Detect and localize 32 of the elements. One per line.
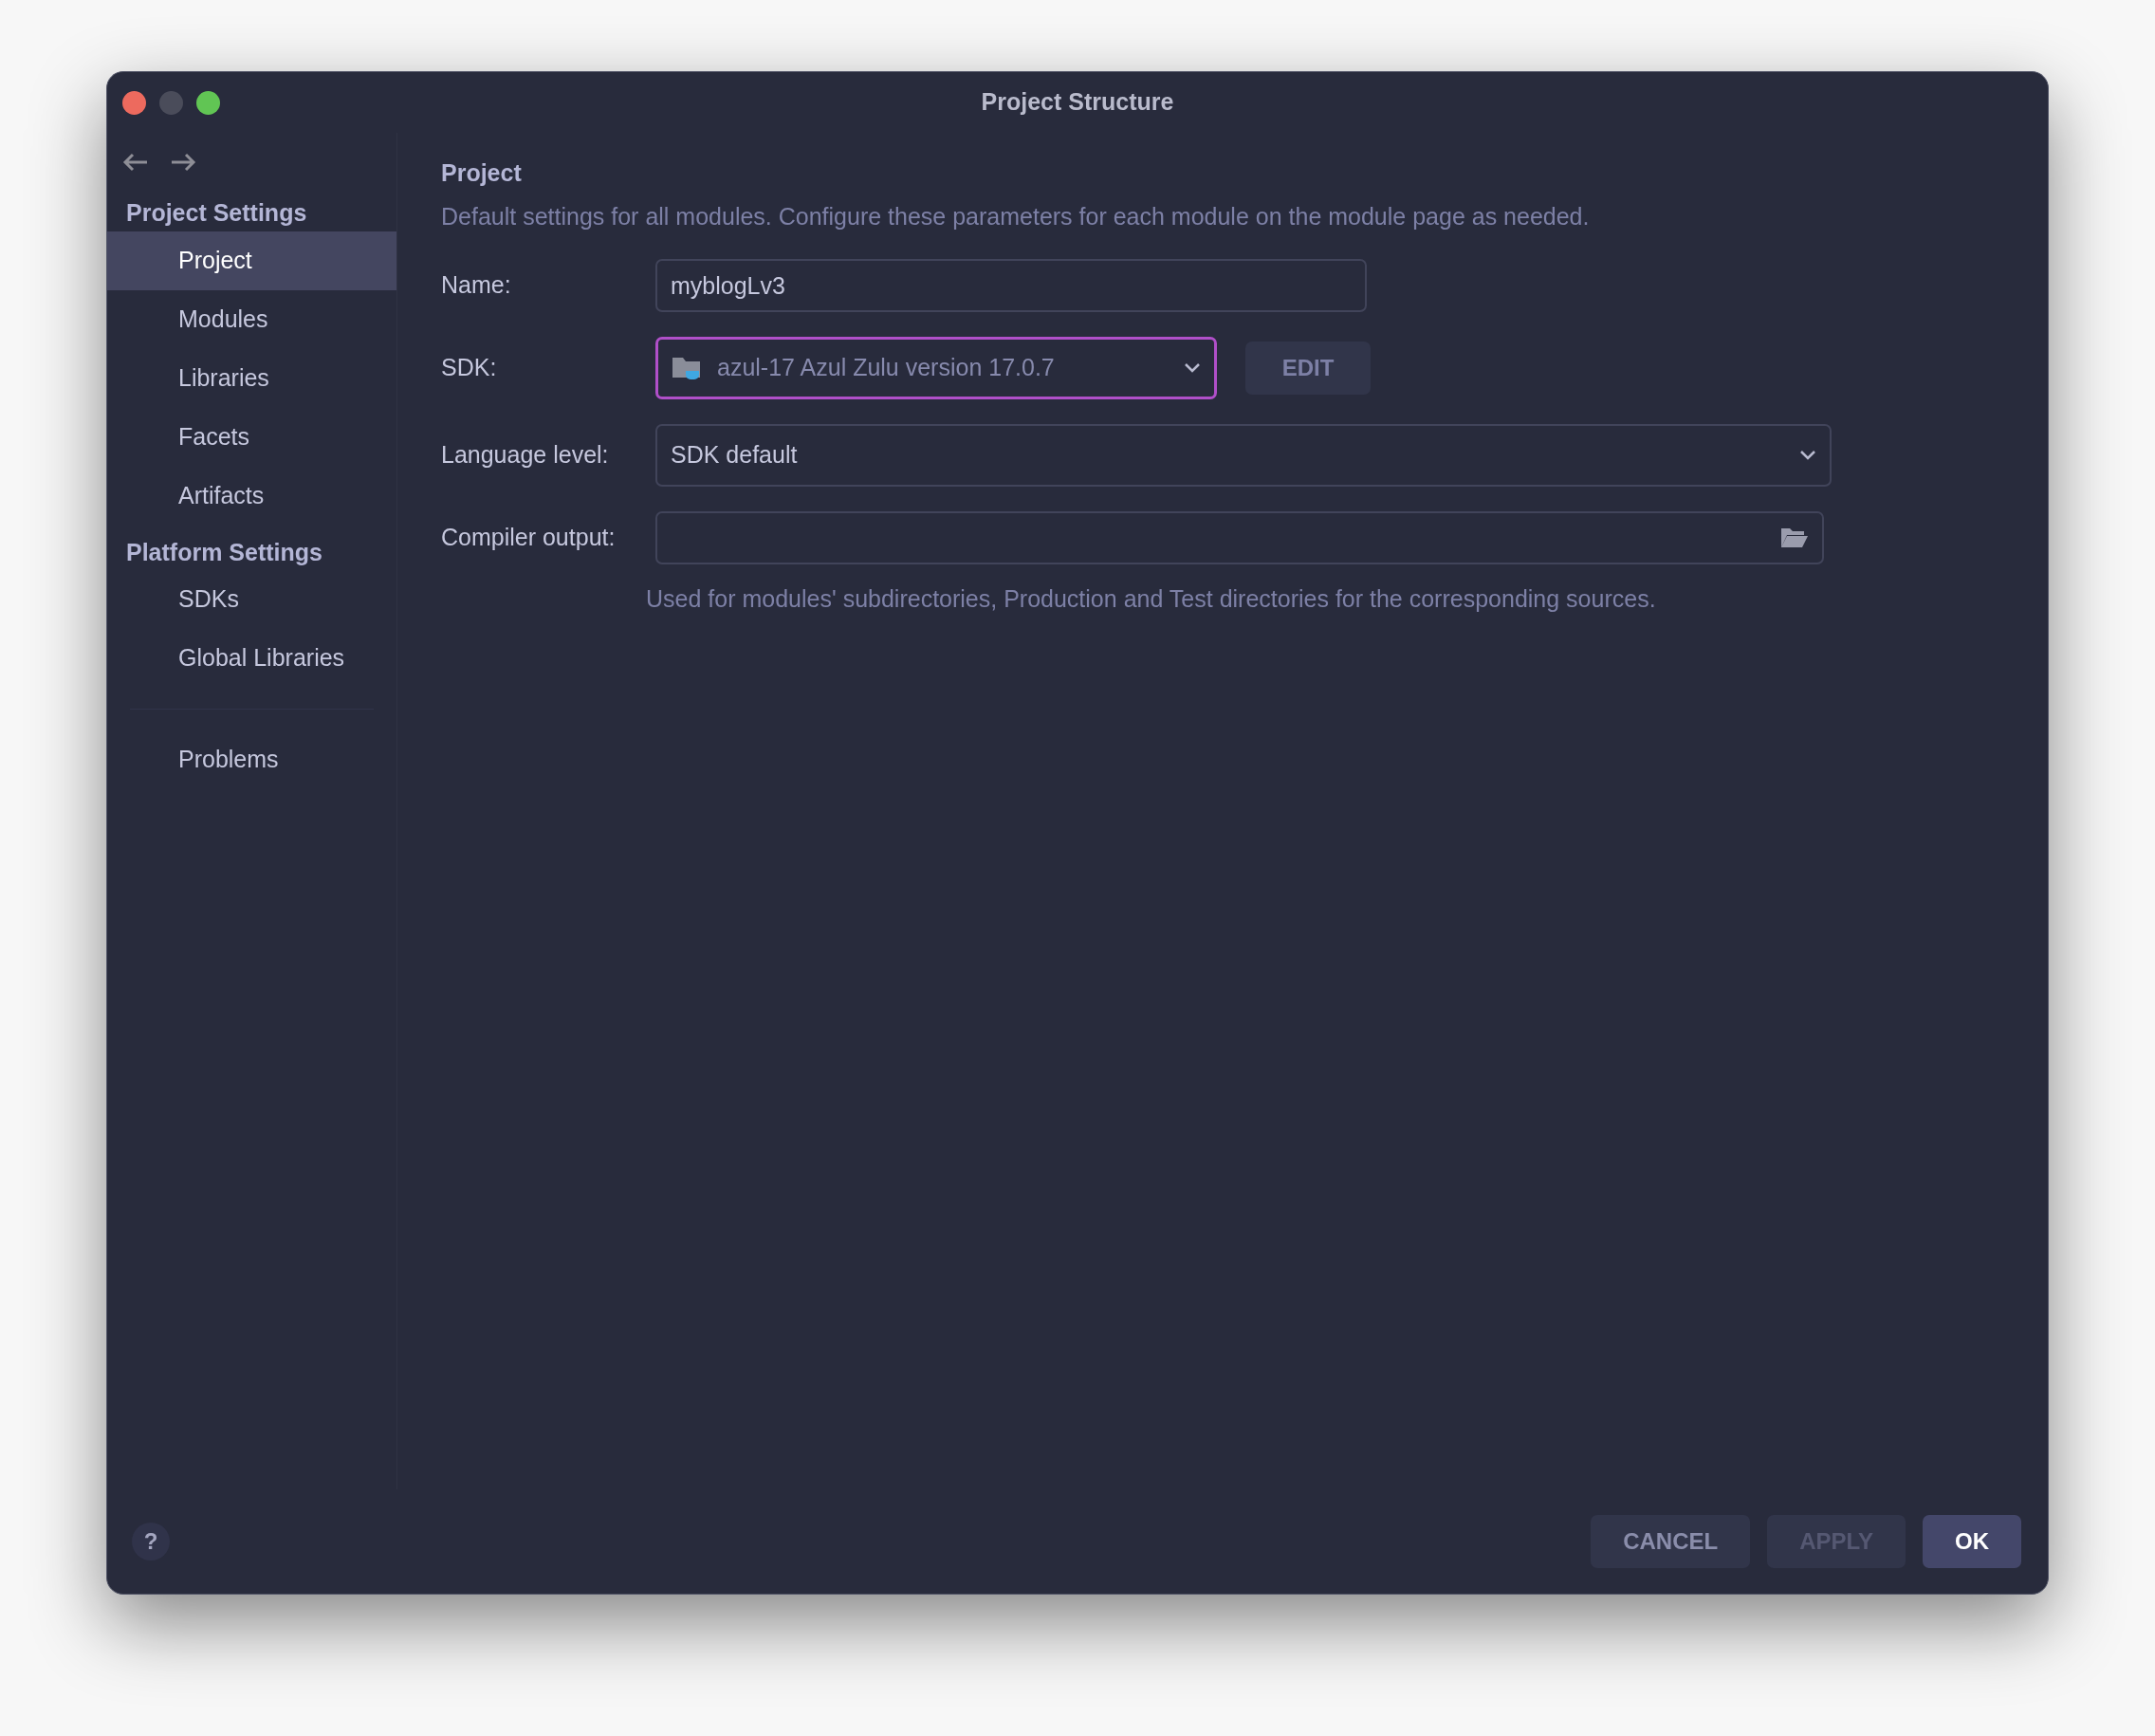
help-button[interactable]: ? bbox=[132, 1523, 170, 1561]
chevron-down-icon bbox=[1799, 450, 1816, 461]
zoom-icon[interactable] bbox=[196, 90, 220, 115]
field-label: Language level: bbox=[441, 440, 610, 471]
back-arrow-icon[interactable] bbox=[122, 152, 149, 173]
field-label: Name: bbox=[441, 270, 512, 301]
language-level-dropdown[interactable]: SDK default bbox=[655, 424, 1832, 487]
dialog-button[interactable]: OK bbox=[1923, 1515, 2021, 1568]
compiler-output-field[interactable] bbox=[655, 511, 1824, 564]
sidebar-item[interactable]: Modules bbox=[107, 289, 396, 349]
field-label: Compiler output: bbox=[441, 523, 617, 553]
sidebar-item[interactable]: Facets bbox=[107, 407, 396, 467]
sidebar-item[interactable]: Artifacts bbox=[107, 466, 396, 526]
section-heading: Platform Settings bbox=[125, 537, 323, 567]
close-icon[interactable] bbox=[122, 90, 146, 115]
sidebar-item[interactable]: Libraries bbox=[107, 348, 396, 408]
sidebar-item[interactable]: Problems bbox=[107, 730, 396, 789]
panel-description: Default settings for all modules. Configure these parameters for each module on the module page as needed. bbox=[441, 201, 1591, 231]
field-label: SDK: bbox=[441, 353, 498, 383]
field-hint: Used for modules' subdirectories, Production and Test directories for the corresponding sources. bbox=[646, 584, 1657, 614]
forward-arrow-icon[interactable] bbox=[170, 152, 196, 173]
sdk-dropdown[interactable]: azul-17 Azul Zulu version 17.0.7 bbox=[655, 337, 1217, 399]
sidebar-item[interactable]: SDKs bbox=[107, 570, 396, 629]
section-heading: Project Settings bbox=[125, 198, 308, 228]
name-field[interactable]: myblogLv3 bbox=[655, 259, 1367, 312]
folder-icon[interactable] bbox=[1780, 526, 1809, 549]
panel-title: Project bbox=[441, 158, 523, 188]
window-title: Project Structure bbox=[981, 88, 1174, 116]
dialog-button[interactable]: CANCEL bbox=[1591, 1515, 1751, 1568]
chevron-down-icon bbox=[1184, 362, 1201, 374]
sidebar-item[interactable]: Global Libraries bbox=[107, 629, 396, 688]
sidebar-item[interactable]: Project bbox=[107, 231, 396, 290]
